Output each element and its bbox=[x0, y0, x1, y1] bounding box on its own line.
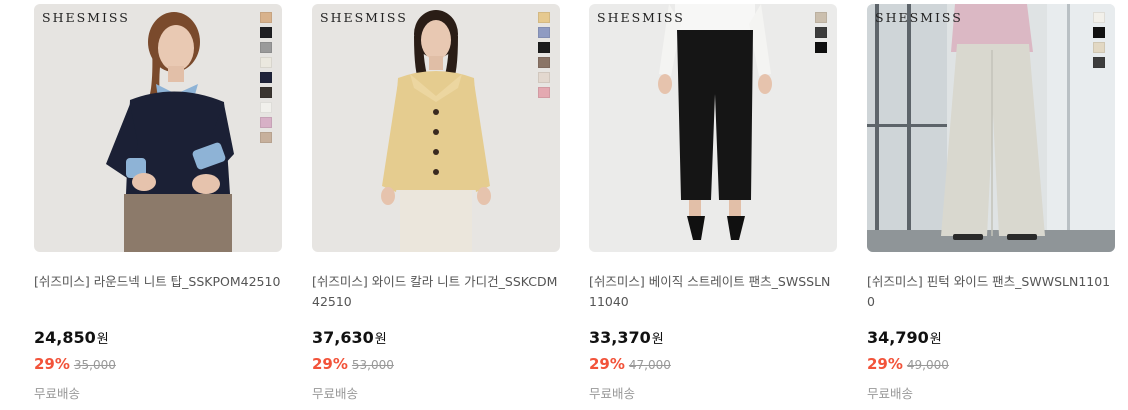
product-photo bbox=[589, 4, 837, 252]
original-price: 53,000 bbox=[351, 358, 394, 372]
price-value: 34,790 bbox=[867, 328, 929, 347]
sale-price: 24,850원 bbox=[34, 328, 109, 347]
color-swatches bbox=[538, 12, 550, 102]
product-card[interactable]: SHESMISS [쉬즈미스] 라운드넥 니트 탑_SSKPOM42510 24… bbox=[34, 4, 282, 404]
discount-percent: 29% bbox=[312, 355, 348, 373]
discount-percent: 29% bbox=[867, 355, 903, 373]
product-grid: SHESMISS [쉬즈미스] 라운드넥 니트 탑_SSKPOM42510 24… bbox=[34, 4, 1124, 404]
price-value: 37,630 bbox=[312, 328, 374, 347]
discount-percent: 29% bbox=[34, 355, 70, 373]
brand-logo: SHESMISS bbox=[320, 10, 408, 25]
product-photo bbox=[312, 4, 560, 252]
color-swatches bbox=[260, 12, 272, 147]
color-swatch bbox=[260, 102, 272, 113]
sale-price: 33,370원 bbox=[589, 328, 664, 347]
brand-logo: SHESMISS bbox=[597, 10, 685, 25]
sale-price: 34,790원 bbox=[867, 328, 942, 347]
color-swatch bbox=[260, 132, 272, 143]
product-thumbnail[interactable]: SHESMISS bbox=[312, 4, 560, 252]
product-card[interactable]: SHESMISS [쉬즈미스] 와이드 칼라 니트 가디건_SSKCDM4251… bbox=[312, 4, 560, 404]
price-value: 24,850 bbox=[34, 328, 96, 347]
product-photo bbox=[867, 4, 1115, 252]
currency-label: 원 bbox=[929, 332, 942, 347]
currency-label: 원 bbox=[96, 332, 109, 347]
discount-row: 29% 47,000 bbox=[589, 355, 671, 373]
product-thumbnail[interactable]: SHESMISS bbox=[34, 4, 282, 252]
discount-row: 29% 49,000 bbox=[867, 355, 949, 373]
color-swatch bbox=[815, 42, 827, 53]
price-value: 33,370 bbox=[589, 328, 651, 347]
brand-logo: SHESMISS bbox=[42, 10, 130, 25]
discount-row: 29% 53,000 bbox=[312, 355, 394, 373]
currency-label: 원 bbox=[651, 332, 664, 347]
color-swatch bbox=[260, 12, 272, 23]
product-title[interactable]: [쉬즈미스] 와이드 칼라 니트 가디건_SSKCDM42510 bbox=[312, 272, 560, 312]
color-swatch bbox=[260, 27, 272, 38]
brand-logo: SHESMISS bbox=[875, 10, 963, 25]
discount-row: 29% 35,000 bbox=[34, 355, 116, 373]
product-thumbnail[interactable]: SHESMISS bbox=[589, 4, 837, 252]
color-swatch bbox=[538, 27, 550, 38]
original-price: 49,000 bbox=[906, 358, 949, 372]
color-swatch bbox=[260, 57, 272, 68]
color-swatch bbox=[538, 87, 550, 98]
color-swatch bbox=[538, 42, 550, 53]
currency-label: 원 bbox=[374, 332, 387, 347]
product-title[interactable]: [쉬즈미스] 베이직 스트레이트 팬츠_SWSSLN11040 bbox=[589, 272, 837, 312]
color-swatch bbox=[538, 57, 550, 68]
color-swatch bbox=[260, 117, 272, 128]
original-price: 35,000 bbox=[73, 358, 116, 372]
shipping-label: 무료배송 bbox=[312, 386, 359, 401]
shipping-label: 무료배송 bbox=[589, 386, 636, 401]
color-swatches bbox=[1093, 12, 1105, 72]
product-title[interactable]: [쉬즈미스] 라운드넥 니트 탑_SSKPOM42510 bbox=[34, 272, 282, 292]
sale-price: 37,630원 bbox=[312, 328, 387, 347]
color-swatches bbox=[815, 12, 827, 57]
product-thumbnail[interactable]: SHESMISS bbox=[867, 4, 1115, 252]
color-swatch bbox=[815, 27, 827, 38]
color-swatch bbox=[815, 12, 827, 23]
product-photo bbox=[34, 4, 282, 252]
color-swatch bbox=[1093, 27, 1105, 38]
original-price: 47,000 bbox=[628, 358, 671, 372]
color-swatch bbox=[1093, 12, 1105, 23]
color-swatch bbox=[260, 42, 272, 53]
color-swatch bbox=[260, 87, 272, 98]
color-swatch bbox=[260, 72, 272, 83]
color-swatch bbox=[1093, 42, 1105, 53]
shipping-label: 무료배송 bbox=[867, 386, 914, 401]
product-card[interactable]: SHESMISS [쉬즈미스] 베이직 스트레이트 팬츠_SWSSLN11040… bbox=[589, 4, 837, 404]
color-swatch bbox=[538, 72, 550, 83]
color-swatch bbox=[538, 12, 550, 23]
product-title[interactable]: [쉬즈미스] 핀턱 와이드 팬츠_SWWSLN11010 bbox=[867, 272, 1115, 312]
discount-percent: 29% bbox=[589, 355, 625, 373]
product-card[interactable]: SHESMISS [쉬즈미스] 핀턱 와이드 팬츠_SWWSLN11010 34… bbox=[867, 4, 1115, 404]
shipping-label: 무료배송 bbox=[34, 386, 81, 401]
color-swatch bbox=[1093, 57, 1105, 68]
